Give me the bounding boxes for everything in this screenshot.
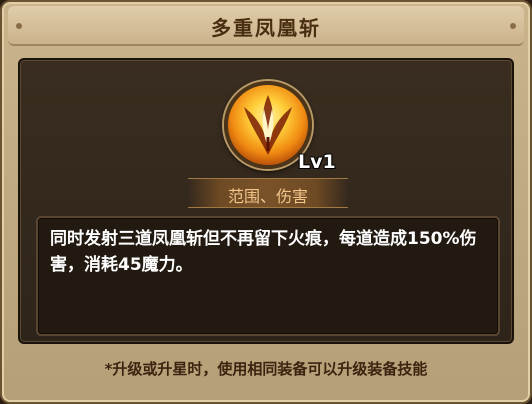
upgrade-hint: *升级或升星时，使用相同装备可以升级装备技能 (104, 360, 428, 378)
dialog-title: 多重凤凰斩 (211, 16, 321, 40)
skill-info-dialog: 多重凤凰斩 Lv1 范围、伤害 同时发射三道凤凰斩但不再留下火痕，每道造成150… (0, 0, 532, 404)
title-ornament-right (510, 23, 516, 29)
skill-category: 范围、伤害 (227, 187, 308, 206)
skill-level: Lv1 (298, 151, 336, 173)
skill-description-box: 同时发射三道凤凰斩但不再留下火痕，每道造成150%伤害，消耗45魔力。 (36, 216, 500, 336)
skill-description: 同时发射三道凤凰斩但不再留下火痕，每道造成150%伤害，消耗45魔力。 (50, 229, 477, 275)
title-bar: 多重凤凰斩 (8, 6, 524, 46)
skill-category-banner: 范围、伤害 (188, 178, 348, 208)
